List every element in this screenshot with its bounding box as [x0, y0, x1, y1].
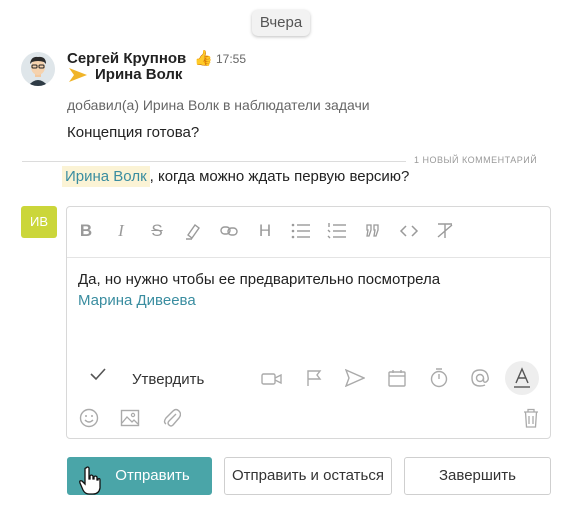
comment-editor[interactable]: B I S H Да, но нужно чтобы ее предварите… [66, 206, 551, 439]
message-text: Концепция готова? [67, 124, 200, 141]
approve-button[interactable]: Утвердить [132, 371, 204, 388]
send-icon[interactable] [342, 365, 368, 391]
author-avatar[interactable] [21, 52, 55, 86]
date-separator-badge: Вчера [252, 10, 310, 36]
hand-cursor-icon [78, 466, 102, 501]
italic-icon[interactable]: I [109, 219, 133, 243]
heading-icon[interactable]: H [253, 219, 277, 243]
quote-icon[interactable] [361, 219, 385, 243]
check-icon[interactable] [89, 367, 107, 386]
editor-mention[interactable]: Марина Дивеева [78, 290, 440, 311]
trash-icon[interactable] [518, 405, 544, 431]
user-mention[interactable]: Ирина Волк [62, 166, 150, 187]
bold-icon[interactable]: B [74, 219, 98, 243]
new-comment-body: , когда можно ждать первую версию? [149, 168, 410, 185]
finish-button[interactable]: Завершить [404, 457, 551, 495]
editor-text-line: Да, но нужно чтобы ее предварительно пос… [78, 271, 441, 288]
timer-icon[interactable] [426, 365, 452, 391]
send-button-label: Отправить [115, 467, 190, 484]
code-icon[interactable] [397, 219, 421, 243]
message-action-text: добавил(а) Ирина Волк в наблюдатели зада… [67, 97, 370, 113]
bulleted-list-icon[interactable] [289, 219, 313, 243]
strikethrough-icon[interactable]: S [145, 219, 169, 243]
clear-format-icon[interactable] [433, 219, 457, 243]
send-arrow-icon [68, 67, 88, 88]
message-author[interactable]: Сергей Крупнов [67, 50, 186, 67]
calendar-icon[interactable] [384, 365, 410, 391]
video-icon[interactable] [259, 366, 285, 392]
flag-icon[interactable] [301, 365, 327, 391]
numbered-list-icon[interactable] [325, 219, 349, 243]
message-assignee[interactable]: Ирина Волк [95, 66, 182, 83]
text-format-icon[interactable] [505, 361, 539, 395]
thumbs-up-icon: 👍 [194, 50, 213, 67]
editor-content[interactable]: Да, но нужно чтобы ее предварительно пос… [78, 269, 440, 311]
image-icon[interactable] [117, 405, 143, 431]
new-comments-divider [22, 161, 406, 162]
emoji-icon[interactable] [76, 405, 102, 431]
attachment-icon[interactable] [159, 405, 185, 431]
highlighter-icon[interactable] [181, 219, 205, 243]
new-comment-text: Ирина Волк, когда можно ждать первую вер… [62, 166, 410, 187]
current-user-avatar[interactable]: ИВ [21, 206, 57, 238]
send-and-stay-button[interactable]: Отправить и остаться [224, 457, 392, 495]
message-time: 17:55 [216, 52, 247, 66]
mention-icon[interactable] [467, 365, 493, 391]
new-comments-label: 1 НОВЫЙ КОММЕНТАРИЙ [414, 155, 538, 165]
link-icon[interactable] [217, 219, 241, 243]
formatting-toolbar: B I S H [67, 207, 550, 258]
